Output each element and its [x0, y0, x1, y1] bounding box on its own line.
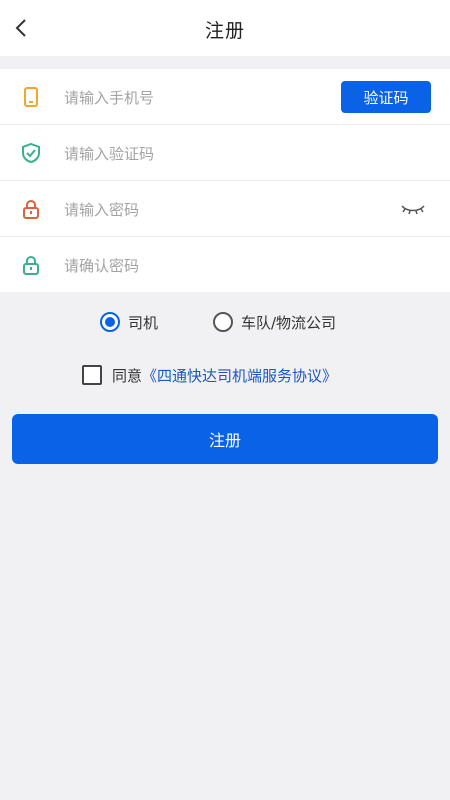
- password-row: [0, 181, 450, 238]
- page-title: 注册: [204, 20, 245, 42]
- code-row: [0, 125, 450, 182]
- agreement-checkbox[interactable]: [82, 365, 102, 385]
- radio-unchecked-icon: [213, 312, 233, 332]
- agreement-row: 同意 《四通快达司机端服务协议》: [82, 362, 337, 388]
- role-radio-fleet[interactable]: 车队/物流公司: [213, 306, 336, 338]
- role-radio-driver[interactable]: 司机: [100, 306, 158, 338]
- agreement-link[interactable]: 《四通快达司机端服务协议》: [142, 365, 337, 386]
- lock-icon: [23, 255, 39, 275]
- eye-closed-icon[interactable]: [400, 201, 426, 217]
- header: 注册: [0, 0, 450, 56]
- shield-check-icon: [22, 142, 40, 163]
- register-button[interactable]: 注册: [12, 414, 438, 464]
- code-input[interactable]: [62, 125, 326, 182]
- password-input[interactable]: [62, 181, 326, 238]
- phone-input[interactable]: [62, 69, 326, 126]
- agreement-prefix: 同意: [112, 366, 143, 385]
- get-code-button[interactable]: 验证码: [341, 81, 431, 113]
- phone-row: 验证码: [0, 69, 450, 126]
- confirm-password-input[interactable]: [62, 237, 326, 294]
- role-selector: 司机 车队/物流公司: [0, 306, 450, 338]
- phone-icon: [24, 86, 38, 107]
- role-label: 车队/物流公司: [241, 313, 337, 332]
- radio-checked-icon: [100, 312, 120, 332]
- lock-icon: [23, 199, 39, 219]
- role-label: 司机: [128, 313, 159, 332]
- confirm-row: [0, 237, 450, 294]
- register-form: 验证码: [0, 69, 450, 294]
